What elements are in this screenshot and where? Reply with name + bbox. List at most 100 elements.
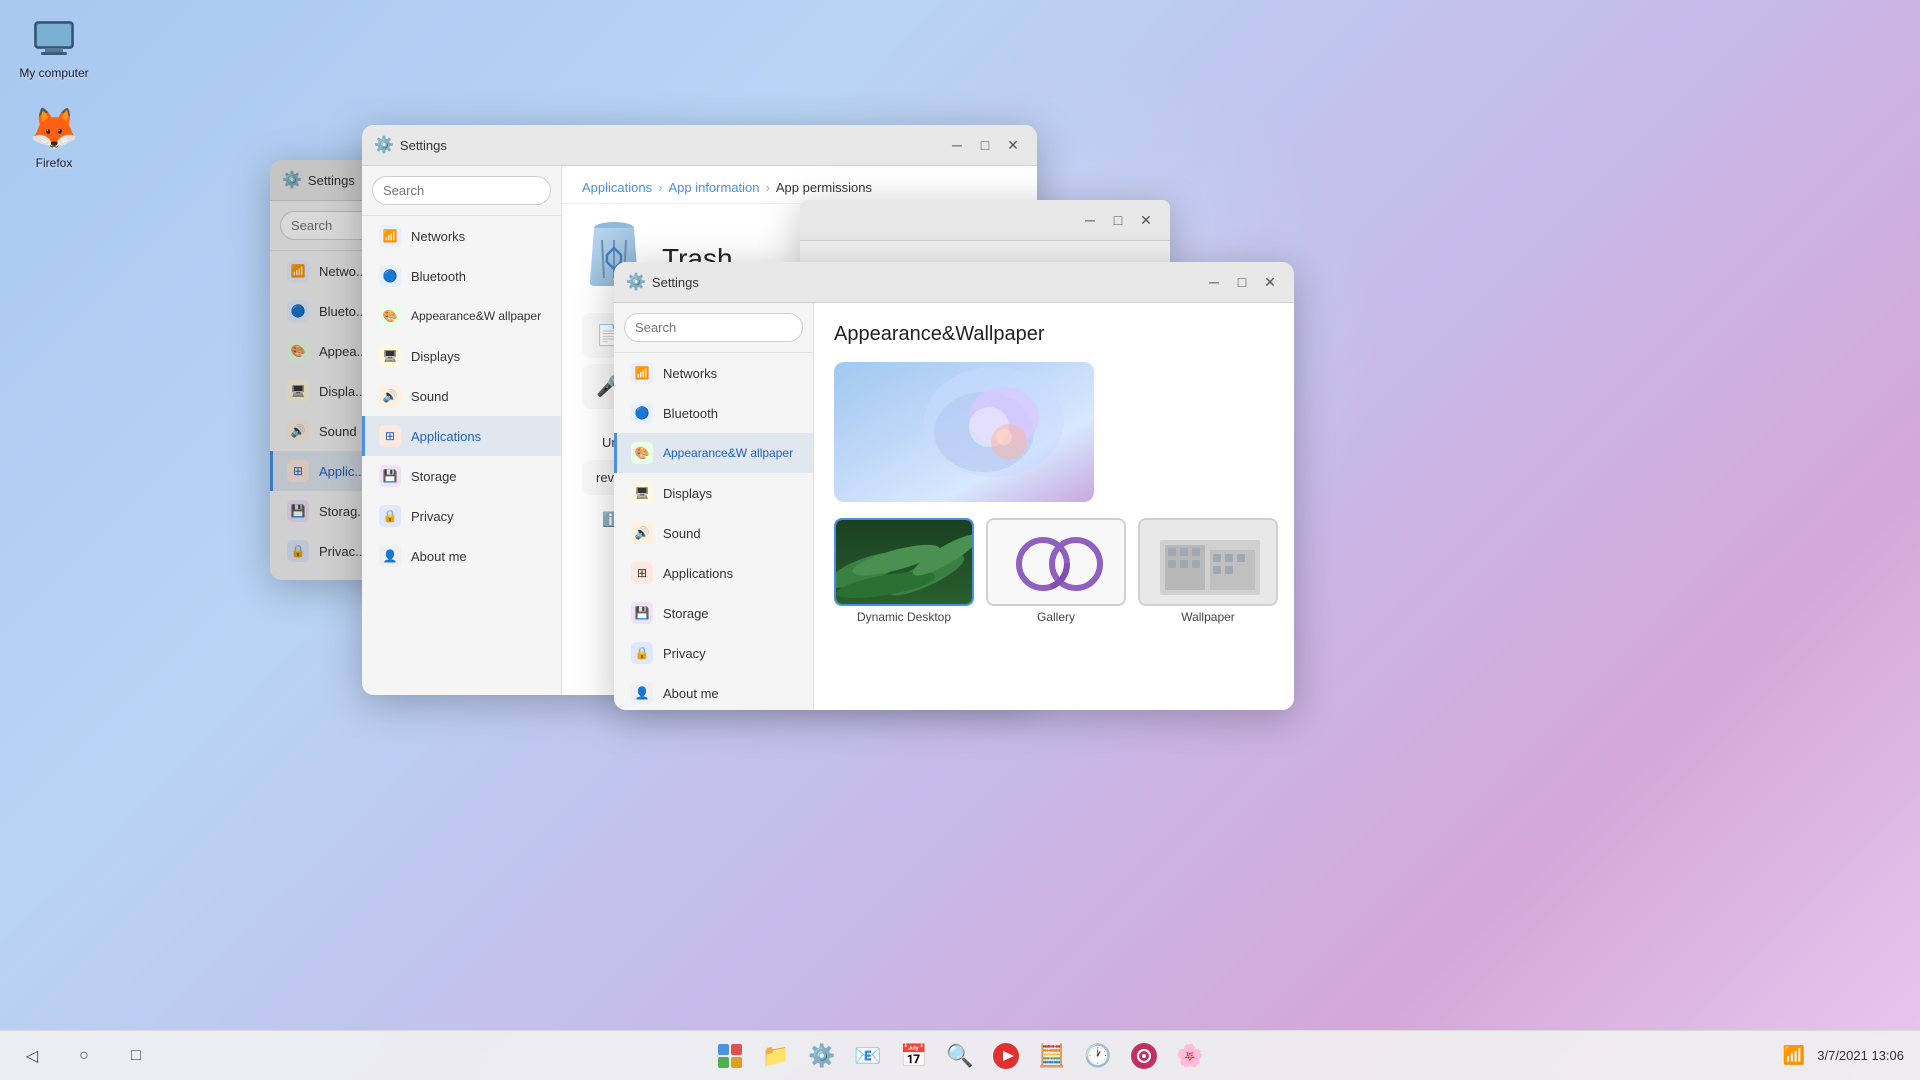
front-sidebar-privacy[interactable]: 🔒 Privacy [614,633,813,673]
mid-sidebar-bluetooth[interactable]: 🔵 Bluetooth [362,256,561,296]
taskbar-email[interactable]: 📧 [847,1035,889,1077]
mid-search-input[interactable] [372,176,551,205]
desktop: My computer 🦊 Firefox ⚙️ Settings ─ □ ✕ [0,0,1920,1030]
front-sidebar-bluetooth[interactable]: 🔵 Bluetooth [614,393,813,433]
wallpaper-thumb-dynamic[interactable]: Dynamic Desktop [834,518,974,624]
window-bg-title: ⚙️ Settings [282,170,355,190]
front-sidebar-displays[interactable]: 🖥 Displays [614,473,813,513]
breadcrumb-sep2: › [766,180,770,195]
settings-gear-icon-mid: ⚙️ [374,135,394,155]
taskbar-photos[interactable]: 🌸 [1169,1035,1211,1077]
breadcrumb-sep1: › [658,180,662,195]
window-mid-titlebar: ⚙️ Settings ─ □ ✕ [362,125,1037,166]
mid-sound-icon: 🔊 [379,385,401,407]
wallpaper-thumbs-row: Dynamic Desktop [834,518,1274,624]
front-apps-icon: ⊞ [631,562,653,584]
window-mid-sidebar[interactable]: 📶 Networks 🔵 Bluetooth 🎨 Appearance&W al… [362,166,562,695]
front-sidebar-sound[interactable]: 🔊 Sound [614,513,813,553]
mycomputer-label: My computer [19,66,88,80]
firefox-icon: 🦊 [30,104,78,152]
mid-sidebar-storage[interactable]: 💾 Storage [362,456,561,496]
window-front-settings[interactable]: ⚙️ Settings ─ □ ✕ 📶 Networks 🔵 [614,262,1294,710]
mid-sidebar-displays[interactable]: 🖥 Displays [362,336,561,376]
appearance-icon-bg: 🎨 [287,340,309,362]
front-sidebar-networks[interactable]: 📶 Networks [614,353,813,393]
mid-sidebar-networks[interactable]: 📶 Networks [362,216,561,256]
mid-sidebar-privacy[interactable]: 🔒 Privacy [362,496,561,536]
bluetooth-icon-bg: 🔵 [287,300,309,322]
front-search-input[interactable] [624,313,803,342]
mid-maximize-btn[interactable]: □ [973,133,997,157]
taskbar: ◁ ○ □ 📁 ⚙️ 📧 📅 🔍 🧮 🕐 [0,1030,1920,1080]
privacy-icon-bg: 🔒 [287,540,309,562]
settings-gear-icon-front: ⚙️ [626,272,646,292]
front-appearance-icon: 🎨 [631,442,653,464]
front-storage-icon: 💾 [631,602,653,624]
front-bluetooth-icon: 🔵 [631,402,653,424]
mid-bluetooth-icon: 🔵 [379,265,401,287]
front-sidebar-storage[interactable]: 💾 Storage [614,593,813,633]
front-sidebar-applications[interactable]: ⊞ Applications [614,553,813,593]
storage-icon-bg: 💾 [287,500,309,522]
window-mid-title: ⚙️ Settings [374,135,447,155]
window-mid-controls[interactable]: ─ □ ✕ [945,133,1025,157]
breadcrumb-applications[interactable]: Applications [582,180,652,195]
taskbar-left-nav: ◁ ○ □ [16,1040,152,1072]
appearance-title: Appearance&Wallpaper [834,323,1274,346]
window-front-controls[interactable]: ─ □ ✕ [1202,270,1282,294]
front-sidebar-appearance[interactable]: 🎨 Appearance&W allpaper [614,433,813,473]
front-maximize-btn[interactable]: □ [1230,270,1254,294]
wifi-icon: 📶 [1783,1045,1805,1066]
sound-icon-bg: 🔊 [287,420,309,442]
dynamic-desktop-label: Dynamic Desktop [834,610,974,624]
window-front-titlebar: ⚙️ Settings ─ □ ✕ [614,262,1294,303]
taskbar-settings[interactable]: ⚙️ [801,1035,843,1077]
mid-minimize-btn[interactable]: ─ [945,133,969,157]
networks-icon-bg: 📶 [287,260,309,282]
wallpaper-thumb-wallpaper[interactable]: Wallpaper [1138,518,1278,624]
taskbar-calculator[interactable]: 🧮 [1031,1035,1073,1077]
wallpaper-thumb-gallery[interactable]: Gallery [986,518,1126,624]
taskbar-search[interactable]: 🔍 [939,1035,981,1077]
window-2nd-titlebar: ─ □ ✕ [800,200,1170,241]
mid-close-btn[interactable]: ✕ [1001,133,1025,157]
taskbar-right: 📶 3/7/2021 13:06 [1783,1045,1904,1066]
mid-search-area[interactable] [362,166,561,216]
apps-icon-bg: ⊞ [287,460,309,482]
mid-sidebar-sound[interactable]: 🔊 Sound [362,376,561,416]
taskbar-app-grid[interactable] [709,1035,751,1077]
front-sidebar-about[interactable]: 👤 About me [614,673,813,710]
mid-networks-icon: 📶 [379,225,401,247]
front-close-btn[interactable]: ✕ [1258,270,1282,294]
mid-apps-icon: ⊞ [379,425,401,447]
mid-sidebar-appearance[interactable]: 🎨 Appearance&W allpaper [362,296,561,336]
taskbar-calendar[interactable]: 📅 [893,1035,935,1077]
front-search-area[interactable] [614,303,813,353]
taskbar-media[interactable] [985,1035,1027,1077]
front-networks-icon: 📶 [631,362,653,384]
window-second-mid: ─ □ ✕ [800,200,1170,270]
taskbar-files[interactable]: 📁 [755,1035,797,1077]
datetime-display: 3/7/2021 13:06 [1817,1048,1904,1063]
displays-icon-bg: 🖥 [287,380,309,402]
taskbar-clock[interactable]: 🕐 [1077,1035,1119,1077]
desktop-icon-firefox[interactable]: 🦊 Firefox [14,100,94,174]
front-privacy-icon: 🔒 [631,642,653,664]
wallpaper-label: Wallpaper [1138,610,1278,624]
breadcrumb-appinfo[interactable]: App information [668,180,759,195]
appearance-section: Appearance&Wallpaper [814,303,1294,644]
mid-sidebar-applications[interactable]: ⊞ Applications [362,416,561,456]
mid-appearance-icon: 🎨 [379,305,401,327]
recent-button[interactable]: □ [120,1040,152,1072]
front-minimize-btn[interactable]: ─ [1202,270,1226,294]
mid-privacy-icon: 🔒 [379,505,401,527]
settings-gear-icon-bg: ⚙️ [282,170,302,190]
home-button[interactable]: ○ [68,1040,100,1072]
desktop-icon-mycomputer[interactable]: My computer [14,10,94,84]
back-button[interactable]: ◁ [16,1040,48,1072]
mid-displays-icon: 🖥 [379,345,401,367]
taskbar-music[interactable] [1123,1035,1165,1077]
window-front-sidebar[interactable]: 📶 Networks 🔵 Bluetooth 🎨 Appearance&W al… [614,303,814,710]
mid-sidebar-about[interactable]: 👤 About me [362,536,561,576]
window-front-content: Appearance&Wallpaper [814,303,1294,710]
